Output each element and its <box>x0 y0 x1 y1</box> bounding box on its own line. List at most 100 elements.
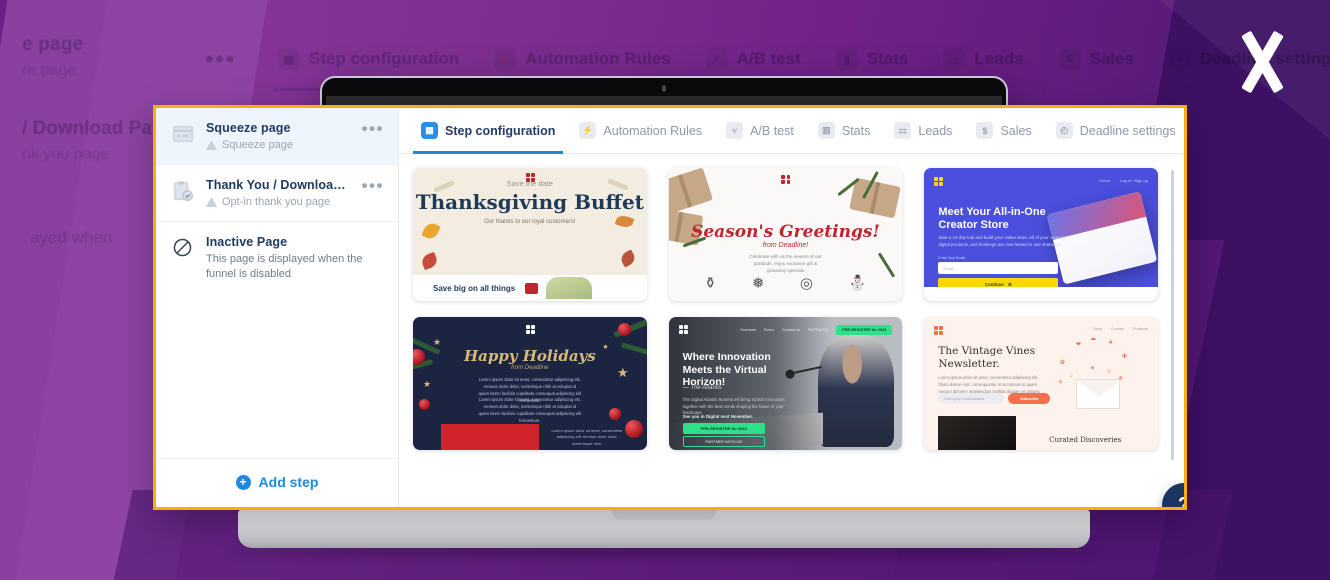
template-nav: Story Contact Products <box>1093 327 1148 331</box>
grid-icon: ▦ <box>421 122 438 139</box>
template-headline: Happy Holidays <box>463 347 596 365</box>
background-tab-label: Leads <box>974 49 1024 68</box>
emoji-icon: ★ <box>1108 340 1114 346</box>
sidebar-item-subtitle-row: Squeeze page <box>206 139 350 151</box>
template-headline: Thanksgiving Buffet <box>415 190 644 214</box>
background-tab-label: Sales <box>1089 49 1135 68</box>
template-body-2: See you in Digital next November. <box>682 414 754 419</box>
background-tab-sales: $ Sales <box>1058 48 1135 70</box>
template-cta-secondary[interactable]: PARTNER WITH US <box>682 436 765 447</box>
sidebar-item-body: Squeeze page Squeeze page <box>206 121 350 151</box>
brand-mark-icon <box>934 177 944 186</box>
template-headline: Season's Greetings! <box>691 222 880 242</box>
template-art: Save the date Thanksgiving Buffet Our th… <box>413 168 647 275</box>
template-cta-button[interactable]: Subscribe <box>1008 393 1051 404</box>
template-cta-primary[interactable]: PRE-REGISTER for 2024 <box>682 423 765 434</box>
background-tab-label: A/B test <box>736 49 801 68</box>
template-body: Start a 14-day trial and build your onli… <box>938 235 1067 248</box>
x-logo <box>1230 30 1292 94</box>
template-subline: Our thanks to our loyal customers! <box>484 219 576 225</box>
template-nav: Overview Event Contact us PARTNERS PRE-R… <box>740 325 893 335</box>
template-nav-cta[interactable]: PRE-REGISTER for 2024 <box>836 325 893 335</box>
tab-sales[interactable]: $ Sales <box>964 108 1043 153</box>
people-icon: ⚏ <box>894 122 912 139</box>
star-decoration: ★ <box>423 379 432 389</box>
template-footer-text: Save big on all things <box>433 283 516 293</box>
browser-card-icon <box>172 123 194 145</box>
background-tab-automation-rules: ⚡ Automation Rules <box>494 48 671 70</box>
leaf-decoration <box>420 251 439 271</box>
envelope-illustration <box>1076 379 1121 409</box>
sidebar-item-inactive-page[interactable]: Inactive Page This page is displayed whe… <box>156 222 398 295</box>
screenshot-root: e page re page / Download Pa nk you page… <box>0 0 1330 580</box>
tree-icon: ⛄ <box>848 275 867 292</box>
footer-illustration <box>546 277 593 299</box>
plus-circle-icon: + <box>235 474 251 490</box>
emoji-icon: ✿ <box>1060 360 1066 366</box>
brand-mark-icon <box>934 326 944 335</box>
template-card-creator-store[interactable]: Home Log In / Sign up Meet Your All-in-O… <box>924 168 1158 301</box>
template-nav-partners: PARTNERS <box>807 328 829 332</box>
tab-automation-rules[interactable]: ⚡ Automation Rules <box>567 108 714 153</box>
ornament-ball-decoration <box>419 399 430 410</box>
webcam-icon <box>662 85 666 92</box>
tab-leads[interactable]: ⚏ Leads <box>882 108 964 153</box>
leaf-decoration <box>618 249 637 268</box>
bar-chart-icon: ▥ <box>817 122 835 139</box>
warning-triangle-icon <box>206 197 217 207</box>
bolt-icon: ⚡ <box>494 48 517 70</box>
template-footer-text: Lorem ipsum dolor sit amet, consectetur … <box>551 427 623 446</box>
template-card-thanksgiving-buffet[interactable]: Save the date Thanksgiving Buffet Our th… <box>413 168 647 301</box>
sidebar-item-subtitle: Squeeze page <box>222 139 293 151</box>
template-nav-link: Contact <box>1110 327 1125 331</box>
template-nav: Home Log In / Sign up <box>1099 178 1148 183</box>
footer-icon <box>525 282 539 294</box>
template-bottom-strip <box>924 287 1158 301</box>
template-card-seasons-greetings[interactable]: Season's Greetings! from Deadline! Celeb… <box>668 168 903 301</box>
vertical-scrollbar[interactable] <box>1171 170 1174 460</box>
tab-label: Stats <box>841 123 871 138</box>
tab-deadline-settings[interactable]: ◴ Deadline settings <box>1044 108 1184 153</box>
clipboard-check-icon <box>172 180 194 202</box>
brand-mark-icon <box>781 175 791 184</box>
emoji-icon: ✈ <box>1058 380 1064 386</box>
template-footer-bar: Save big on all things <box>413 275 647 301</box>
template-body: Celebrate with us the season of our grat… <box>749 254 822 273</box>
tab-bar: ▦ Step configuration ⚡ Automation Rules … <box>399 108 1184 154</box>
main-content: ▦ Step configuration ⚡ Automation Rules … <box>399 108 1184 507</box>
template-card-vintage-vines[interactable]: Story Contact Products ✿ ❤ ☁ ★ ✚ ♪ ✦ ☺ ❄… <box>924 317 1158 450</box>
template-nav-link: Overview <box>740 328 757 332</box>
emoji-icon: ✦ <box>1090 366 1096 372</box>
emoji-icon: ☺ <box>1106 369 1113 375</box>
template-card-virtual-horizon[interactable]: Overview Event Contact us PARTNERS PRE-R… <box>668 317 903 450</box>
template-headline: Where Innovation Meets the Virtual Horiz… <box>682 351 771 389</box>
sidebar-item-thank-you-page[interactable]: Thank You / Download Pa... Opt-in thank … <box>156 165 398 222</box>
tab-ab-test[interactable]: ⑂ A/B test <box>714 108 806 153</box>
snowman-icon: ❅ <box>751 275 765 292</box>
grid-icon: ▦ <box>278 48 300 70</box>
tab-step-configuration[interactable]: ▦ Step configuration <box>409 108 567 154</box>
no-entry-icon <box>172 237 194 259</box>
sidebar-item-menu-button[interactable]: ••• <box>362 120 384 137</box>
add-step-button[interactable]: + Add step <box>156 458 398 507</box>
template-nav-link: Event <box>764 328 774 332</box>
background-tab-label: Automation Rules <box>525 49 671 68</box>
sidebar-item-menu-button[interactable]: ••• <box>362 177 384 194</box>
clock-icon: ◐ <box>1169 48 1192 70</box>
template-card-happy-holidays[interactable]: ★ ★ ★ ★ Happy Holidays from Deadline Lor… <box>413 317 647 450</box>
tab-label: Deadline settings <box>1079 123 1176 138</box>
template-headline: Meet Your All-in-One Creator Store <box>938 206 1046 231</box>
ornament-ball-decoration <box>608 408 621 420</box>
sidebar-item-title: Squeeze page <box>206 121 291 135</box>
brand-mark-icon <box>525 173 535 182</box>
leaf-decoration <box>614 213 634 230</box>
background-tab-label: Step configuration <box>309 49 460 68</box>
template-email-input[interactable]: Enter your email address <box>938 393 1005 404</box>
tab-stats[interactable]: ▥ Stats <box>806 108 883 153</box>
warning-triangle-icon <box>206 140 217 150</box>
tab-label: Step configuration <box>445 123 556 138</box>
template-field-placeholder: Enter your email address <box>944 396 985 401</box>
sidebar-item-squeeze-page[interactable]: Squeeze page Squeeze page ••• <box>156 108 398 165</box>
laptop-notch <box>612 510 716 520</box>
template-email-input[interactable]: Email <box>938 262 1059 274</box>
